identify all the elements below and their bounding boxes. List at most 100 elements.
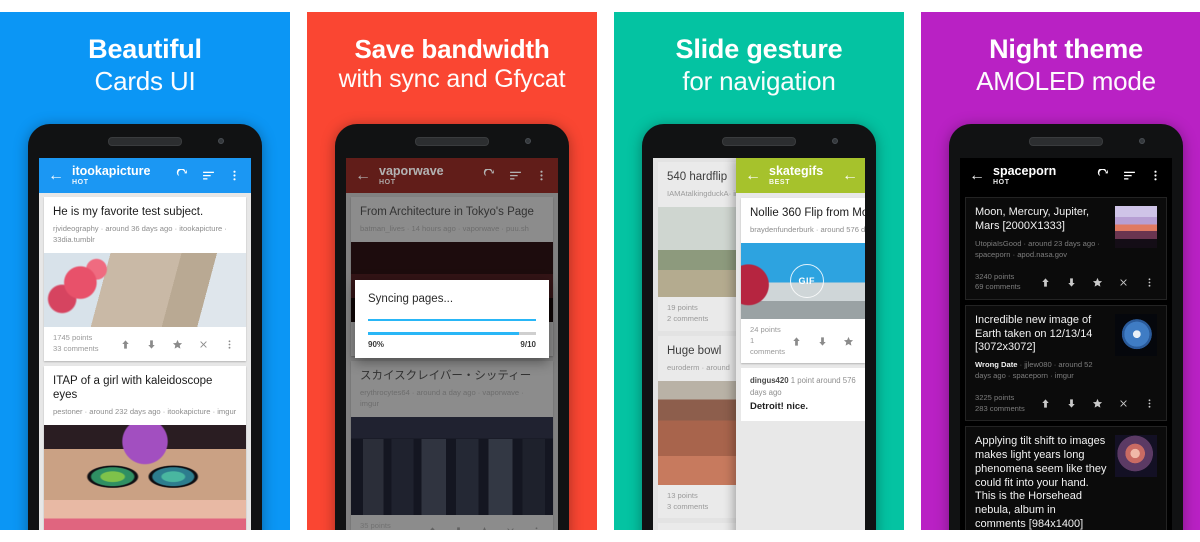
dialog-title: Syncing pages...: [368, 293, 454, 305]
close-icon[interactable]: [1118, 398, 1129, 409]
app-toolbar: ← itookapicture HOT: [39, 158, 251, 193]
downvote-icon[interactable]: [146, 339, 157, 350]
star-icon[interactable]: [1092, 277, 1103, 288]
post-image[interactable]: [44, 425, 246, 530]
refresh-icon[interactable]: [1097, 169, 1110, 182]
detail-feed: Nollie 360 Flip from Morni braydenfunder…: [736, 193, 865, 421]
comments-label: 33 comments: [53, 344, 99, 353]
headline-line-2: Cards UI: [94, 65, 196, 96]
phone-mockup: ← itookapicture HOT He is my favorite te…: [28, 124, 262, 530]
post-text: Incredible new image of Earth taken on 1…: [975, 314, 1108, 387]
gif-badge-icon[interactable]: GIF: [789, 264, 824, 299]
toolbar-actions: ←: [840, 167, 863, 184]
star-icon[interactable]: [843, 336, 854, 347]
back-arrow-icon[interactable]: ←: [967, 167, 987, 184]
post-meta: rjvideography · around 36 days ago · ito…: [53, 224, 227, 245]
upvote-icon[interactable]: [1040, 277, 1051, 288]
upvote-icon[interactable]: [1040, 398, 1051, 409]
upvote-icon[interactable]: [791, 336, 802, 347]
post-actions: [791, 336, 856, 347]
headline-line-2: AMOLED mode: [976, 65, 1156, 96]
star-icon[interactable]: [1092, 398, 1103, 409]
toolbar-titles: itookapicture HOT: [66, 163, 176, 187]
progress-labels: 90% 9/10: [368, 340, 536, 349]
comment-author: dingus420: [750, 376, 789, 386]
headline-line-2: for navigation: [682, 65, 836, 96]
toolbar-actions: [176, 169, 244, 182]
post-meta: pestoner · around 232 days ago · itookap…: [53, 407, 237, 417]
post-card[interactable]: Incredible new image of Earth taken on 1…: [965, 304, 1167, 422]
close-icon[interactable]: [1118, 277, 1129, 288]
post-title: Moon, Mercury, Jupiter, Mars [2000X1333]: [975, 206, 1090, 232]
points-label: 24 points: [750, 325, 781, 335]
phone-screen: ← itookapicture HOT He is my favorite te…: [39, 158, 251, 530]
post-stats: 1745 points 33 comments: [53, 333, 120, 354]
post-thumbnail[interactable]: [1115, 206, 1157, 248]
overflow-menu-icon[interactable]: [228, 169, 241, 182]
comment-item[interactable]: dingus420 1 point around 576 days ago De…: [741, 368, 865, 421]
subreddit-title: skategifs: [769, 163, 824, 178]
overflow-menu-icon[interactable]: [1144, 398, 1155, 409]
post-card[interactable]: ITAP of a girl with kaleidoscope eyes pe…: [44, 365, 246, 530]
phone-screen: ← vaporwave HOT From Architecture in Tok…: [346, 158, 558, 530]
close-icon[interactable]: [198, 339, 209, 350]
post-feed[interactable]: Moon, Mercury, Jupiter, Mars [2000X1333]…: [960, 193, 1172, 530]
toolbar-titles: spaceporn HOT: [987, 163, 1097, 187]
headline-line-1: Save bandwidth: [354, 34, 550, 64]
front-camera-icon: [525, 138, 531, 144]
overflow-menu-icon[interactable]: [224, 339, 235, 350]
subreddit-title: itookapicture: [72, 163, 151, 178]
syncing-dialog: Syncing pages... 90% 9/10: [355, 280, 549, 358]
sort-icon[interactable]: [202, 169, 215, 182]
headline-line-1: Beautiful: [88, 34, 202, 64]
post-feed[interactable]: He is my favorite test subject. rjvideog…: [39, 193, 251, 530]
sort-icon[interactable]: [1123, 169, 1136, 182]
post-image[interactable]: GIF: [741, 243, 865, 320]
downvote-icon[interactable]: [817, 336, 828, 347]
refresh-icon[interactable]: [176, 169, 189, 182]
post-card[interactable]: Moon, Mercury, Jupiter, Mars [2000X1333]…: [965, 197, 1167, 300]
downvote-icon[interactable]: [1066, 398, 1077, 409]
post-footer: 1745 points 33 comments: [44, 327, 246, 360]
panel-slide-gesture: Slide gesture for navigation 540 hardfli…: [614, 12, 904, 530]
post-card[interactable]: Applying tilt shift to images makes ligh…: [965, 426, 1167, 530]
subreddit-title: spaceporn: [993, 163, 1057, 178]
panel-save-bandwidth: Save bandwidth with sync and Gfycat ← va…: [307, 12, 597, 530]
panel-headline: Save bandwidth with sync and Gfycat: [307, 34, 597, 94]
post-actions: [120, 339, 237, 350]
post-thumbnail[interactable]: [1115, 313, 1157, 356]
post-card[interactable]: Nollie 360 Flip from Morni braydenfunder…: [741, 198, 865, 364]
post-actions: [1040, 398, 1157, 409]
progress-bar-fill: [368, 332, 520, 335]
sliding-detail-pane[interactable]: ← skategifs BEST ← Nollie 360 Flip from …: [736, 158, 865, 530]
panel-headline: Slide gesture for navigation: [614, 34, 904, 97]
phone-mockup: ← spaceporn HOT Moon, Mercury, Jupiter, …: [949, 124, 1183, 530]
points-label: 3225 points: [975, 393, 1015, 402]
upvote-icon[interactable]: [120, 339, 131, 350]
overflow-menu-icon[interactable]: [1149, 169, 1162, 182]
post-row: Incredible new image of Earth taken on 1…: [966, 306, 1166, 387]
post-stats: 3240 points 69 comments: [975, 272, 1040, 293]
star-icon[interactable]: [172, 339, 183, 350]
back-arrow-icon[interactable]: ←: [743, 167, 763, 184]
dialog-divider: [368, 319, 536, 321]
post-row: Applying tilt shift to images makes ligh…: [966, 427, 1166, 530]
feature-graphic-gallery: Beautiful Cards UI ← itookapicture HOT H…: [0, 0, 1200, 542]
downvote-icon[interactable]: [1066, 277, 1077, 288]
headline-line-1: Night theme: [989, 34, 1143, 64]
toolbar-actions: [1097, 169, 1165, 182]
post-image[interactable]: [44, 253, 246, 328]
drag-handle-arrow-icon[interactable]: ←: [840, 167, 860, 184]
post-title: Nollie 360 Flip from Morni: [750, 207, 865, 219]
post-card[interactable]: He is my favorite test subject. rjvideog…: [44, 197, 246, 361]
post-thumbnail[interactable]: [1115, 435, 1157, 478]
post-footer: 3240 points 69 comments: [966, 266, 1166, 299]
back-arrow-icon[interactable]: ←: [46, 167, 66, 184]
post-stats: 24 points 1 comments: [750, 325, 791, 357]
overflow-menu-icon[interactable]: [1144, 277, 1155, 288]
headline-line-1: Slide gesture: [675, 34, 843, 64]
post-title: Applying tilt shift to images makes ligh…: [975, 435, 1107, 530]
app-toolbar: ← spaceporn HOT: [960, 158, 1172, 193]
panel-headline: Beautiful Cards UI: [0, 34, 290, 97]
app-toolbar: ← skategifs BEST ←: [736, 158, 865, 193]
